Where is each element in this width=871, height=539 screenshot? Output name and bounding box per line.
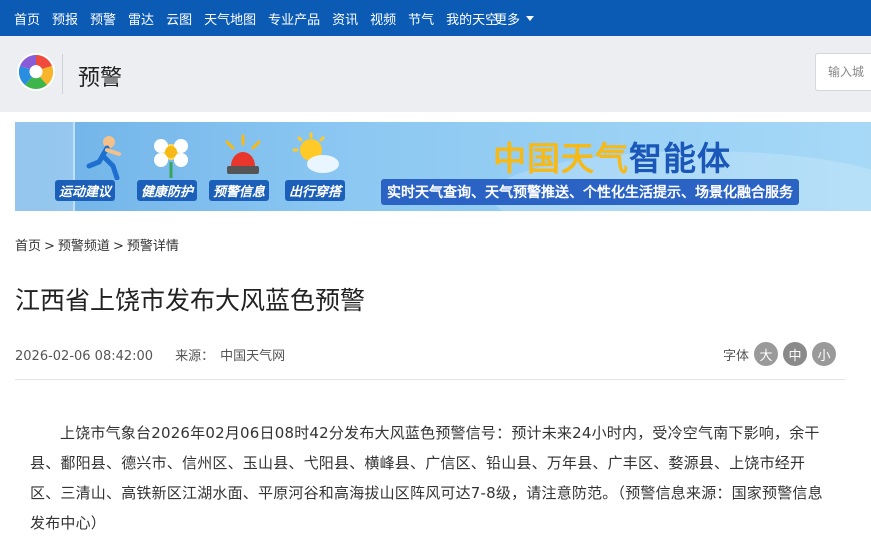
article-title: 江西省上饶市发布大风蓝色预警 [15, 286, 366, 315]
running-figure-icon [86, 136, 121, 180]
city-search-input[interactable] [816, 54, 871, 90]
badge-sports-advice: 运动建议 [55, 180, 116, 201]
meta-divider [15, 379, 845, 380]
source-name: 中国天气网 [220, 349, 286, 364]
article-meta: 2026-02-06 08:42:00 来源： 中国天气网 [15, 345, 285, 364]
page-header: 预警 [0, 36, 871, 112]
breadcrumb: 首页 > 预警频道 > 预警详情 [15, 235, 179, 254]
badge-health-protection: 健康防护 [137, 180, 198, 201]
section-title: 预警 [78, 66, 123, 91]
breadcrumb-warning-channel[interactable]: 预警频道 [58, 239, 110, 254]
top-nav-items: 首页 预报 预警 雷达 云图 天气地图 专业产品 资讯 视频 节气 我的天空 [14, 0, 498, 36]
font-size-small-button[interactable]: 小 [812, 342, 837, 366]
flower-umbrella-icon [154, 139, 188, 178]
nav-more-label: 更多 [494, 12, 521, 28]
nav-item-weather-map[interactable]: 天气地图 [204, 9, 256, 28]
font-size-medium-button[interactable]: 中 [783, 342, 808, 366]
nav-item-warning[interactable]: 预警 [90, 9, 116, 28]
badge-warning-info: 预警信息 [209, 180, 270, 201]
nav-item-pro-products[interactable]: 专业产品 [268, 9, 320, 28]
header-divider [62, 54, 63, 94]
article-body: 上饶市气象台2026年02月06日08时42分发布大风蓝色预警信号：预计未来24… [30, 424, 823, 532]
nav-item-video[interactable]: 视频 [370, 9, 396, 28]
breadcrumb-separator: > [112, 239, 124, 254]
nav-more-menu[interactable]: 更多 [494, 0, 535, 36]
city-search-box[interactable] [815, 53, 871, 91]
alarm-siren-icon [225, 134, 261, 174]
top-navigation-bar: 首页 预报 预警 雷达 云图 天气地图 专业产品 资讯 视频 节气 我的天空 更… [0, 0, 871, 36]
nav-item-radar[interactable]: 雷达 [128, 9, 154, 28]
breadcrumb-warning-detail[interactable]: 预警详情 [127, 239, 179, 254]
nav-item-home[interactable]: 首页 [14, 9, 40, 28]
badge-travel-outfit: 出行穿搭 [285, 180, 346, 201]
banner-subtitle: 实时天气查询、天气预警推送、个性化生活提示、场景化融合服务 [381, 179, 799, 205]
banner-title-part1: 中国天气 [493, 139, 629, 178]
nav-item-my-sky[interactable]: 我的天空 [446, 9, 498, 28]
breadcrumb-home[interactable]: 首页 [15, 239, 41, 254]
nav-item-news[interactable]: 资讯 [332, 9, 358, 28]
chevron-down-icon [526, 15, 535, 21]
font-size-switcher: 字体 大 中 小 [723, 342, 837, 366]
font-size-large-button[interactable]: 大 [754, 342, 779, 366]
site-logo-icon[interactable] [16, 52, 56, 92]
nav-item-solar-terms[interactable]: 节气 [408, 9, 434, 28]
nav-item-cloud[interactable]: 云图 [166, 9, 192, 28]
source-label: 来源： [175, 349, 215, 364]
breadcrumb-separator: > [44, 239, 55, 254]
banner-title: 中国天气智能体 [493, 132, 731, 180]
promo-banner[interactable]: 运动建议 健康防护 预警信息 出行穿搭 中国天气智能体 实时天气查询、天气预警推… [15, 122, 871, 211]
font-size-label: 字体 [723, 348, 750, 364]
publish-datetime: 2026-02-06 08:42:00 [15, 349, 154, 364]
sun-cloud-icon [292, 132, 339, 173]
nav-item-forecast[interactable]: 预报 [52, 9, 78, 28]
banner-title-part2: 智能体 [629, 139, 731, 178]
